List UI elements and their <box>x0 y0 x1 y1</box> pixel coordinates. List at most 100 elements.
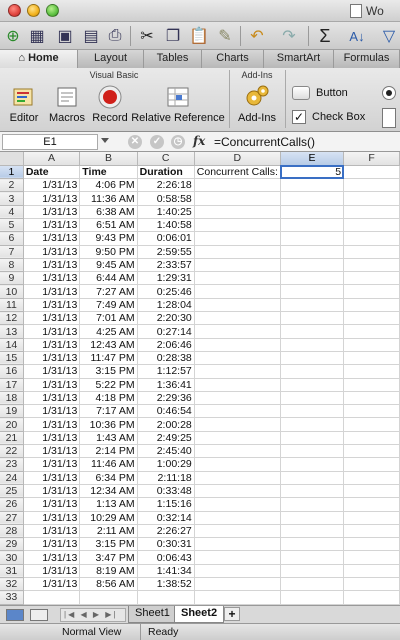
cell[interactable] <box>343 564 400 579</box>
paste-icon[interactable]: 📋 <box>188 25 210 47</box>
cell[interactable] <box>280 431 345 446</box>
cell[interactable] <box>23 590 81 605</box>
row-header[interactable]: 31 <box>0 564 24 579</box>
tab-formulas[interactable]: Formulas <box>334 50 400 68</box>
row-header[interactable]: 28 <box>0 524 24 539</box>
cell-time[interactable]: 1:13 AM <box>79 497 138 512</box>
cell-date[interactable]: 1/31/13 <box>23 245 81 259</box>
cell-duration[interactable]: 0:32:14 <box>137 511 195 525</box>
cell[interactable] <box>280 231 345 246</box>
cell-header-time[interactable]: Time <box>79 165 138 180</box>
cell-duration[interactable]: 2:45:40 <box>137 444 195 459</box>
cell[interactable] <box>280 511 345 525</box>
cell[interactable] <box>343 351 400 366</box>
cell-duration[interactable]: 2:11:18 <box>137 471 195 485</box>
cell-duration[interactable]: 1:38:52 <box>137 577 195 592</box>
row-header[interactable]: 21 <box>0 431 24 446</box>
cell[interactable] <box>343 391 400 406</box>
select-all-corner[interactable] <box>0 152 24 166</box>
cell-time[interactable]: 7:27 AM <box>79 284 138 299</box>
cell[interactable] <box>280 550 345 565</box>
cell[interactable] <box>343 298 400 313</box>
tab-smartart[interactable]: SmartArt <box>264 50 334 68</box>
list-box-icon[interactable] <box>382 108 396 128</box>
chevron-down-icon[interactable] <box>101 138 109 143</box>
cell-date[interactable]: 1/31/13 <box>23 431 81 446</box>
add-sheet-button[interactable]: + <box>224 607 240 621</box>
sort-icon[interactable]: A↓ <box>346 25 368 47</box>
cell-duration[interactable]: 0:33:48 <box>137 484 195 499</box>
cell[interactable] <box>137 590 195 605</box>
cell[interactable] <box>194 577 281 592</box>
addins-button[interactable]: Add-Ins <box>234 84 280 130</box>
cell-time[interactable]: 6:51 AM <box>79 218 138 233</box>
cell[interactable] <box>194 404 281 419</box>
formula-input[interactable]: =ConcurrentCalls() <box>214 135 315 149</box>
filter-icon[interactable]: ▽ <box>378 25 400 47</box>
cell-time[interactable]: 7:49 AM <box>79 298 138 313</box>
column-header[interactable]: C <box>137 152 195 166</box>
cell-date[interactable]: 1/31/13 <box>23 298 81 313</box>
row-header[interactable]: 19 <box>0 404 24 419</box>
cell-date[interactable]: 1/31/13 <box>23 471 81 485</box>
cell[interactable] <box>343 231 400 246</box>
cell-time[interactable]: 12:34 AM <box>79 484 138 499</box>
row-header[interactable]: 1 <box>0 165 24 180</box>
format-painter-icon[interactable]: ✎ <box>214 25 236 47</box>
cell[interactable] <box>343 311 400 326</box>
cell-date[interactable]: 1/31/13 <box>23 524 81 539</box>
cell[interactable] <box>194 497 281 512</box>
cell[interactable] <box>280 524 345 539</box>
cell-date[interactable]: 1/31/13 <box>23 178 81 193</box>
cell[interactable] <box>343 590 400 605</box>
cell-duration[interactable]: 2:06:46 <box>137 338 195 352</box>
cell[interactable] <box>280 378 345 392</box>
cell[interactable] <box>194 391 281 406</box>
cell-date[interactable]: 1/31/13 <box>23 378 81 392</box>
cell[interactable] <box>194 378 281 392</box>
cell-duration[interactable]: 1:12:57 <box>137 364 195 379</box>
cell[interactable] <box>343 511 400 525</box>
confirm-edit-icon[interactable]: ✓ <box>150 135 164 149</box>
row-header[interactable]: 26 <box>0 497 24 512</box>
cell-concurrent-value[interactable]: 5 <box>280 165 345 180</box>
cell[interactable] <box>194 311 281 326</box>
cell[interactable] <box>280 298 345 313</box>
cell-duration[interactable]: 0:06:43 <box>137 550 195 565</box>
cell[interactable] <box>194 364 281 379</box>
cell-date[interactable]: 1/31/13 <box>23 364 81 379</box>
cell-date[interactable]: 1/31/13 <box>23 537 81 552</box>
row-header[interactable]: 4 <box>0 205 24 219</box>
cell[interactable] <box>280 590 345 605</box>
print-icon[interactable]: ⎙ <box>104 25 126 47</box>
cell[interactable] <box>194 457 281 472</box>
cell[interactable] <box>343 205 400 219</box>
cell[interactable] <box>280 391 345 406</box>
cell-time[interactable]: 10:29 AM <box>79 511 138 525</box>
cell-duration[interactable]: 2:26:18 <box>137 178 195 193</box>
cell-date[interactable]: 1/31/13 <box>23 311 81 326</box>
cell-duration[interactable]: 2:49:25 <box>137 431 195 446</box>
minimize-window-button[interactable] <box>27 4 40 17</box>
normal-view-button[interactable] <box>6 609 24 621</box>
cell-date[interactable]: 1/31/13 <box>23 417 81 432</box>
cell[interactable] <box>343 284 400 299</box>
cell-duration[interactable]: 2:29:36 <box>137 391 195 406</box>
cell[interactable] <box>280 471 345 485</box>
record-button[interactable]: Record <box>90 84 130 130</box>
row-header[interactable]: 22 <box>0 444 24 459</box>
tab-tables[interactable]: Tables <box>144 50 202 68</box>
row-header[interactable]: 16 <box>0 364 24 379</box>
cell-duration[interactable]: 0:27:14 <box>137 324 195 339</box>
cell-time[interactable]: 12:43 AM <box>79 338 138 352</box>
sheet-navigation-arrows[interactable]: |◀ ◀ ▶ ▶| <box>60 608 126 622</box>
cell[interactable] <box>194 338 281 352</box>
row-header[interactable]: 7 <box>0 245 24 259</box>
row-header[interactable]: 17 <box>0 378 24 392</box>
cell[interactable] <box>194 351 281 366</box>
cell[interactable] <box>194 231 281 246</box>
cell-date[interactable]: 1/31/13 <box>23 205 81 219</box>
page-layout-view-button[interactable] <box>30 609 48 621</box>
cell-time[interactable]: 2:14 PM <box>79 444 138 459</box>
cell-time[interactable]: 11:47 PM <box>79 351 138 366</box>
